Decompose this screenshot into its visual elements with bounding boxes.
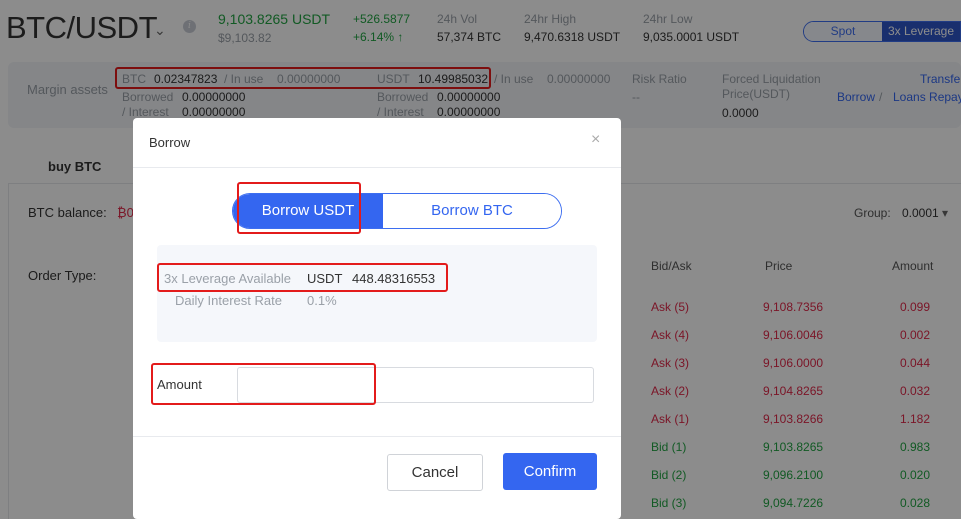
daily-interest-label: Daily Interest Rate [175, 293, 282, 308]
tab-borrow-btc[interactable]: Borrow BTC [383, 194, 561, 228]
modal-divider [133, 167, 621, 168]
modal-title: Borrow [149, 135, 191, 150]
borrow-modal: Borrow × Borrow USDT Borrow BTC 3x Lever… [133, 118, 621, 519]
confirm-button[interactable]: Confirm [503, 453, 597, 490]
highlight-amount [151, 363, 376, 405]
modal-footer-divider [133, 436, 621, 437]
close-icon[interactable]: × [591, 131, 600, 149]
daily-interest-value: 0.1% [307, 293, 337, 308]
highlight-borrow-usdt [237, 182, 361, 234]
highlight-leverage-available [157, 263, 448, 292]
cancel-button[interactable]: Cancel [387, 454, 483, 491]
